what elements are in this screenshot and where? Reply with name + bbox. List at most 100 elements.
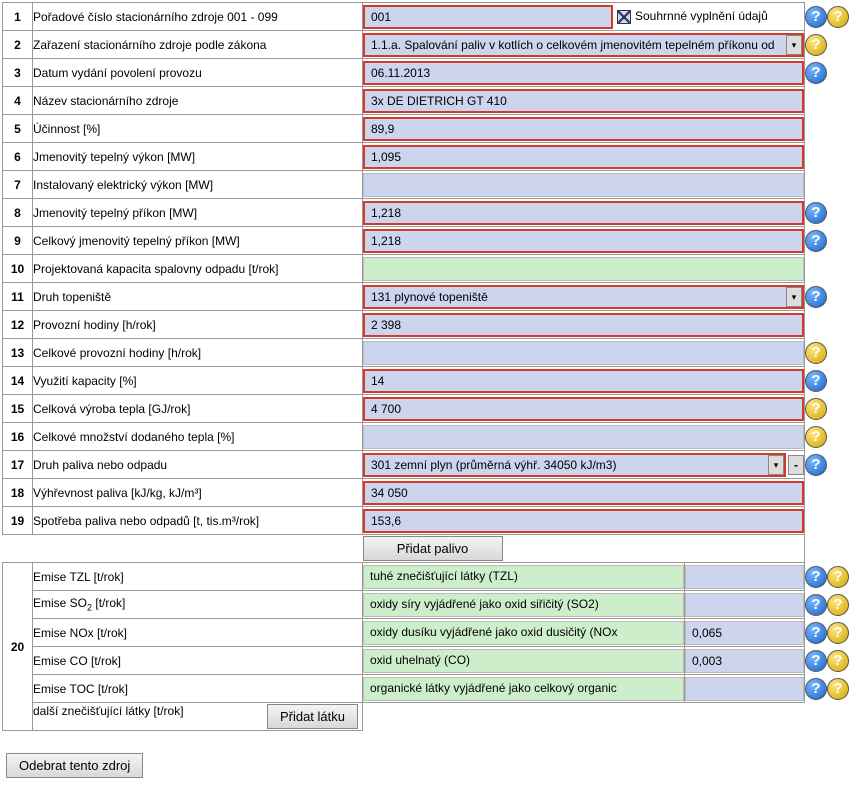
emise-toc-desc: organické látky vyjádřené jako celkový o… [363, 677, 684, 701]
emise-toc-label: Emise TOC [t/rok] [33, 675, 363, 703]
zarazeni-value: 1.1.a. Spalování paliv v kotlích o celko… [371, 35, 775, 55]
help-icon[interactable]: ? [805, 566, 827, 588]
help-icon[interactable]: ? [805, 62, 827, 84]
row-label: Druh paliva nebo odpadu [33, 451, 363, 479]
emise-nox-desc: oxidy dusíku vyjádřené jako oxid dusičit… [363, 621, 684, 645]
help-icon[interactable]: ? [805, 370, 827, 392]
add-substance-button[interactable]: Přidat látku [267, 704, 358, 729]
warn-icon[interactable]: ? [827, 594, 849, 616]
vykon-input[interactable]: 1,095 [363, 145, 804, 169]
row-label: Jmenovitý tepelný výkon [MW] [33, 143, 363, 171]
kapacita-input[interactable] [363, 257, 804, 281]
vyuziti-input[interactable]: 14 [363, 369, 804, 393]
warn-icon[interactable]: ? [805, 426, 827, 448]
topeniste-value: 131 plynové topeniště [371, 287, 488, 307]
warn-icon[interactable]: ? [827, 622, 849, 644]
zarazeni-select[interactable]: 1.1.a. Spalování paliv v kotlích o celko… [363, 33, 804, 57]
elvykon-input[interactable] [363, 173, 804, 197]
help-icon[interactable]: ? [805, 622, 827, 644]
ucinnost-input[interactable]: 89,9 [363, 117, 804, 141]
souhrnne-checkbox[interactable] [617, 10, 631, 24]
emise-tzl-input[interactable] [685, 565, 804, 589]
row-number: 8 [3, 199, 33, 227]
vyroba-input[interactable]: 4 700 [363, 397, 804, 421]
help-icon[interactable]: ? [805, 286, 827, 308]
row-number: 9 [3, 227, 33, 255]
row-number: 18 [3, 479, 33, 507]
row-number: 6 [3, 143, 33, 171]
emise-co-desc: oxid uhelnatý (CO) [363, 649, 684, 673]
row-number: 17 [3, 451, 33, 479]
row-label: Druh topeniště [33, 283, 363, 311]
row-number: 16 [3, 423, 33, 451]
row-number: 10 [3, 255, 33, 283]
help-icon[interactable]: ? [805, 650, 827, 672]
emise-nox-input[interactable]: 0,065 [685, 621, 804, 645]
row-label: Celkové provozní hodiny [h/rok] [33, 339, 363, 367]
help-icon[interactable]: ? [805, 202, 827, 224]
row-number: 2 [3, 31, 33, 59]
warn-icon[interactable]: ? [805, 34, 827, 56]
emise-so2-label: Emise SO2 [t/rok] [33, 591, 363, 619]
emise-so2-input[interactable] [685, 593, 804, 617]
row-number: 3 [3, 59, 33, 87]
warn-icon[interactable]: ? [827, 678, 849, 700]
poradove-cislo-input[interactable]: 001 [363, 5, 613, 29]
row-number: 11 [3, 283, 33, 311]
row-number: 20 [3, 563, 33, 731]
add-fuel-button[interactable]: Přidat palivo [363, 536, 503, 561]
row-label: Celková výroba tepla [GJ/rok] [33, 395, 363, 423]
warn-icon[interactable]: ? [827, 6, 849, 28]
emise-nox-label: Emise NOx [t/rok] [33, 619, 363, 647]
emise-co-input[interactable]: 0,003 [685, 649, 804, 673]
vyhrevnost-input[interactable]: 34 050 [363, 481, 804, 505]
remove-source-button[interactable]: Odebrat tento zdroj [6, 753, 143, 778]
emise-other-label: další znečišťující látky [t/rok] Přidat … [33, 703, 363, 731]
remove-fuel-button[interactable]: - [788, 455, 804, 475]
datum-input[interactable]: 06.11.2013 [363, 61, 804, 85]
souhrnne-label: Souhrnné vyplnění údajů [635, 9, 768, 23]
row-number: 7 [3, 171, 33, 199]
row-label: Pořadové číslo stacionárního zdroje 001 … [33, 3, 363, 31]
emise-so2-desc: oxidy síry vyjádřené jako oxid siřičitý … [363, 593, 684, 617]
prikon-input[interactable]: 1,218 [363, 201, 804, 225]
row-label: Jmenovitý tepelný příkon [MW] [33, 199, 363, 227]
row-label: Účinnost [%] [33, 115, 363, 143]
help-icon[interactable]: ? [805, 594, 827, 616]
row-number: 5 [3, 115, 33, 143]
row-label: Instalovaný elektrický výkon [MW] [33, 171, 363, 199]
help-icon[interactable]: ? [805, 230, 827, 252]
provhod-input[interactable]: 2 398 [363, 313, 804, 337]
chevron-down-icon[interactable]: ▾ [786, 35, 802, 55]
row-label: Název stacionárního zdroje [33, 87, 363, 115]
celkprikon-input[interactable]: 1,218 [363, 229, 804, 253]
chevron-down-icon[interactable]: ▾ [768, 455, 784, 475]
row-number: 15 [3, 395, 33, 423]
help-icon[interactable]: ? [805, 678, 827, 700]
row-number: 19 [3, 507, 33, 535]
spotreba-input[interactable]: 153,6 [363, 509, 804, 533]
emise-toc-input[interactable] [685, 677, 804, 701]
warn-icon[interactable]: ? [805, 398, 827, 420]
souhrnne-checkbox-container[interactable]: Souhrnné vyplnění údajů [617, 9, 804, 24]
row-number: 13 [3, 339, 33, 367]
row-label: Využití kapacity [%] [33, 367, 363, 395]
row-label: Celkové množství dodaného tepla [%] [33, 423, 363, 451]
help-icon[interactable]: ? [805, 6, 827, 28]
emise-tzl-desc: tuhé znečišťující látky (TZL) [363, 565, 684, 589]
topeniste-select[interactable]: 131 plynové topeniště ▾ [363, 285, 804, 309]
warn-icon[interactable]: ? [827, 566, 849, 588]
row-label: Provozní hodiny [h/rok] [33, 311, 363, 339]
palivo-select[interactable]: 301 zemní plyn (průměrná výhř. 34050 kJ/… [363, 453, 786, 477]
emise-tzl-label: Emise TZL [t/rok] [33, 563, 363, 591]
dodane-input[interactable] [363, 425, 804, 449]
row-number: 4 [3, 87, 33, 115]
nazev-input[interactable]: 3x DE DIETRICH GT 410 [363, 89, 804, 113]
warn-icon[interactable]: ? [827, 650, 849, 672]
help-icon[interactable]: ? [805, 454, 827, 476]
emise-co-label: Emise CO [t/rok] [33, 647, 363, 675]
warn-icon[interactable]: ? [805, 342, 827, 364]
chevron-down-icon[interactable]: ▾ [786, 287, 802, 307]
row-label: Celkový jmenovitý tepelný příkon [MW] [33, 227, 363, 255]
celkprovhod-input[interactable] [363, 341, 804, 365]
